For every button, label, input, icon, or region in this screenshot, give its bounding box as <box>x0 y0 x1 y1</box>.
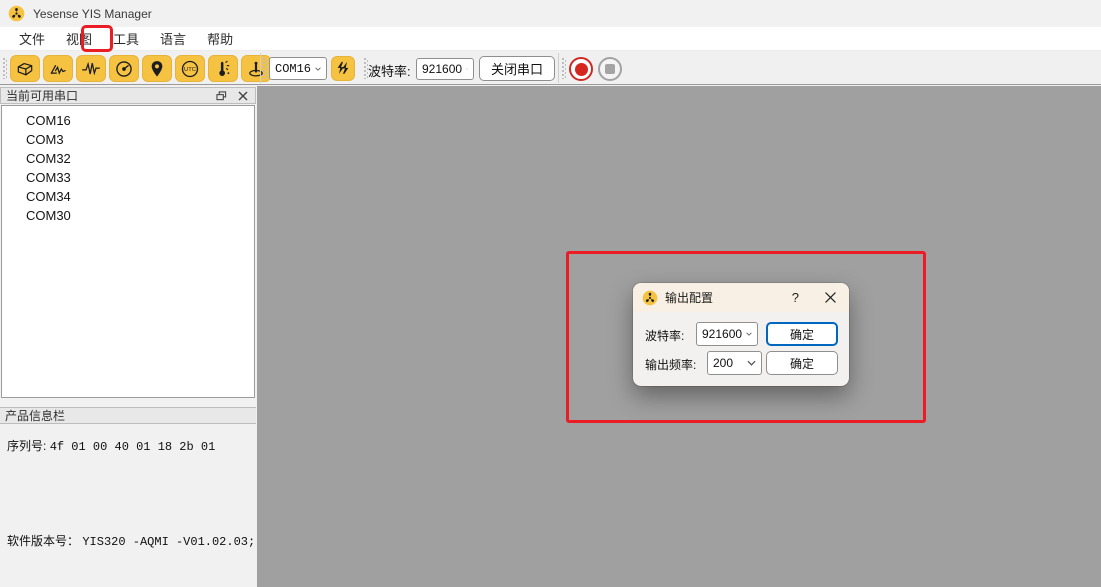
dock-title: 当前可用串口 <box>6 87 206 104</box>
port-list-item[interactable]: COM16 <box>2 111 254 130</box>
port-list-item[interactable]: COM34 <box>2 187 254 206</box>
close-icon <box>825 292 836 303</box>
serial-number-label: 序列号: <box>7 439 46 453</box>
baud-ok-button[interactable]: 确定 <box>766 322 838 346</box>
dialog-app-icon <box>642 290 658 306</box>
window-title: Yesense YIS Manager <box>33 7 152 21</box>
waveform-icon[interactable] <box>76 55 106 82</box>
app-logo-icon <box>8 5 25 22</box>
float-panel-icon[interactable] <box>214 89 228 102</box>
software-version-row: 软件版本号： YIS320 -AQMI -V01.02.03; <box>7 532 255 549</box>
location-pin-icon[interactable] <box>142 55 172 82</box>
toolbar-grip[interactable] <box>263 58 267 79</box>
temperature-icon[interactable] <box>208 55 238 82</box>
toolbar-grip[interactable] <box>3 58 7 79</box>
chevron-down-icon <box>747 360 756 366</box>
dialog-title: 输出配置 <box>665 289 788 306</box>
port-list-item[interactable]: COM3 <box>2 130 254 149</box>
serial-number-row: 序列号: 4f 01 00 40 01 18 2b 01 <box>7 437 215 454</box>
available-ports-list: COM16 COM3 COM32 COM33 COM34 COM30 <box>1 105 255 398</box>
serial-port-dock-panel: 当前可用串口 COM16 COM3 COM32 COM33 COM34 COM3… <box>0 86 257 587</box>
refresh-ports-button[interactable] <box>331 56 355 81</box>
close-panel-icon[interactable] <box>236 89 250 102</box>
dialog-output-rate-label: 输出频率: <box>645 356 696 373</box>
dock-header[interactable]: 当前可用串口 <box>0 87 256 104</box>
baud-rate-label: 波特率: <box>368 61 411 80</box>
dialog-title-bar[interactable]: 输出配置 ? <box>633 283 849 312</box>
menu-file[interactable]: 文件 <box>10 27 54 50</box>
chevron-down-icon <box>466 66 468 72</box>
dialog-close-button[interactable] <box>825 292 836 303</box>
toolbar: UTC COM16 <box>0 50 1101 85</box>
software-version-value: YIS320 -AQMI -V01.02.03; <box>82 535 255 549</box>
toolbar-separator <box>558 53 559 83</box>
dialog-baud-select[interactable]: 921600 <box>696 322 758 346</box>
close-serial-port-button[interactable]: 关闭串口 <box>479 56 555 81</box>
serial-number-value: 4f 01 00 40 01 18 2b 01 <box>50 440 216 454</box>
record-dot-icon <box>575 63 588 76</box>
double-lightning-icon <box>335 60 351 77</box>
gauge-icon[interactable] <box>109 55 139 82</box>
dialog-help-button[interactable]: ? <box>788 290 803 305</box>
com-port-select[interactable]: COM16 <box>269 57 327 80</box>
dialog-baud-label: 波特率: <box>645 327 684 344</box>
menu-help[interactable]: 帮助 <box>198 27 242 50</box>
menu-view[interactable]: 视图 <box>57 27 101 50</box>
output-rate-config-row: 输出频率: 200 确定 <box>633 351 849 375</box>
port-list-item[interactable]: COM32 <box>2 149 254 168</box>
attitude-angle-wave-icon[interactable] <box>43 55 73 82</box>
output-config-dialog: 输出配置 ? 波特率: 921600 确定 输出频率: 200 确定 <box>633 283 849 386</box>
menu-bar: 文件 视图 工具 语言 帮助 <box>0 27 1101 50</box>
baud-rate-config-row: 波特率: 921600 确定 <box>633 322 849 346</box>
port-list-item[interactable]: COM33 <box>2 168 254 187</box>
port-list-item[interactable]: COM30 <box>2 206 254 225</box>
chevron-down-icon <box>746 331 752 337</box>
product-info-title: 产品信息栏 <box>5 407 65 424</box>
toolbar-grip[interactable] <box>562 58 566 79</box>
software-version-label: 软件版本号： <box>7 534 79 548</box>
app-window: Yesense YIS Manager 文件 视图 工具 语言 帮助 <box>0 0 1101 587</box>
svg-text:UTC: UTC <box>184 67 196 73</box>
menu-language[interactable]: 语言 <box>151 27 195 50</box>
menu-tools[interactable]: 工具 <box>104 27 148 50</box>
stop-button[interactable] <box>598 57 622 81</box>
dialog-output-rate-select[interactable]: 200 <box>707 351 762 375</box>
utc-clock-icon[interactable]: UTC <box>175 55 205 82</box>
chevron-down-icon <box>315 66 321 72</box>
title-bar: Yesense YIS Manager <box>0 0 1101 27</box>
product-info-bar: 产品信息栏 <box>0 407 256 424</box>
toolbar-separator <box>260 53 261 83</box>
output-rate-ok-button[interactable]: 确定 <box>766 351 838 375</box>
stop-square-icon <box>605 64 615 74</box>
record-button[interactable] <box>569 57 593 81</box>
cube-3d-icon[interactable] <box>10 55 40 82</box>
baud-rate-select[interactable]: 921600 <box>416 58 474 80</box>
